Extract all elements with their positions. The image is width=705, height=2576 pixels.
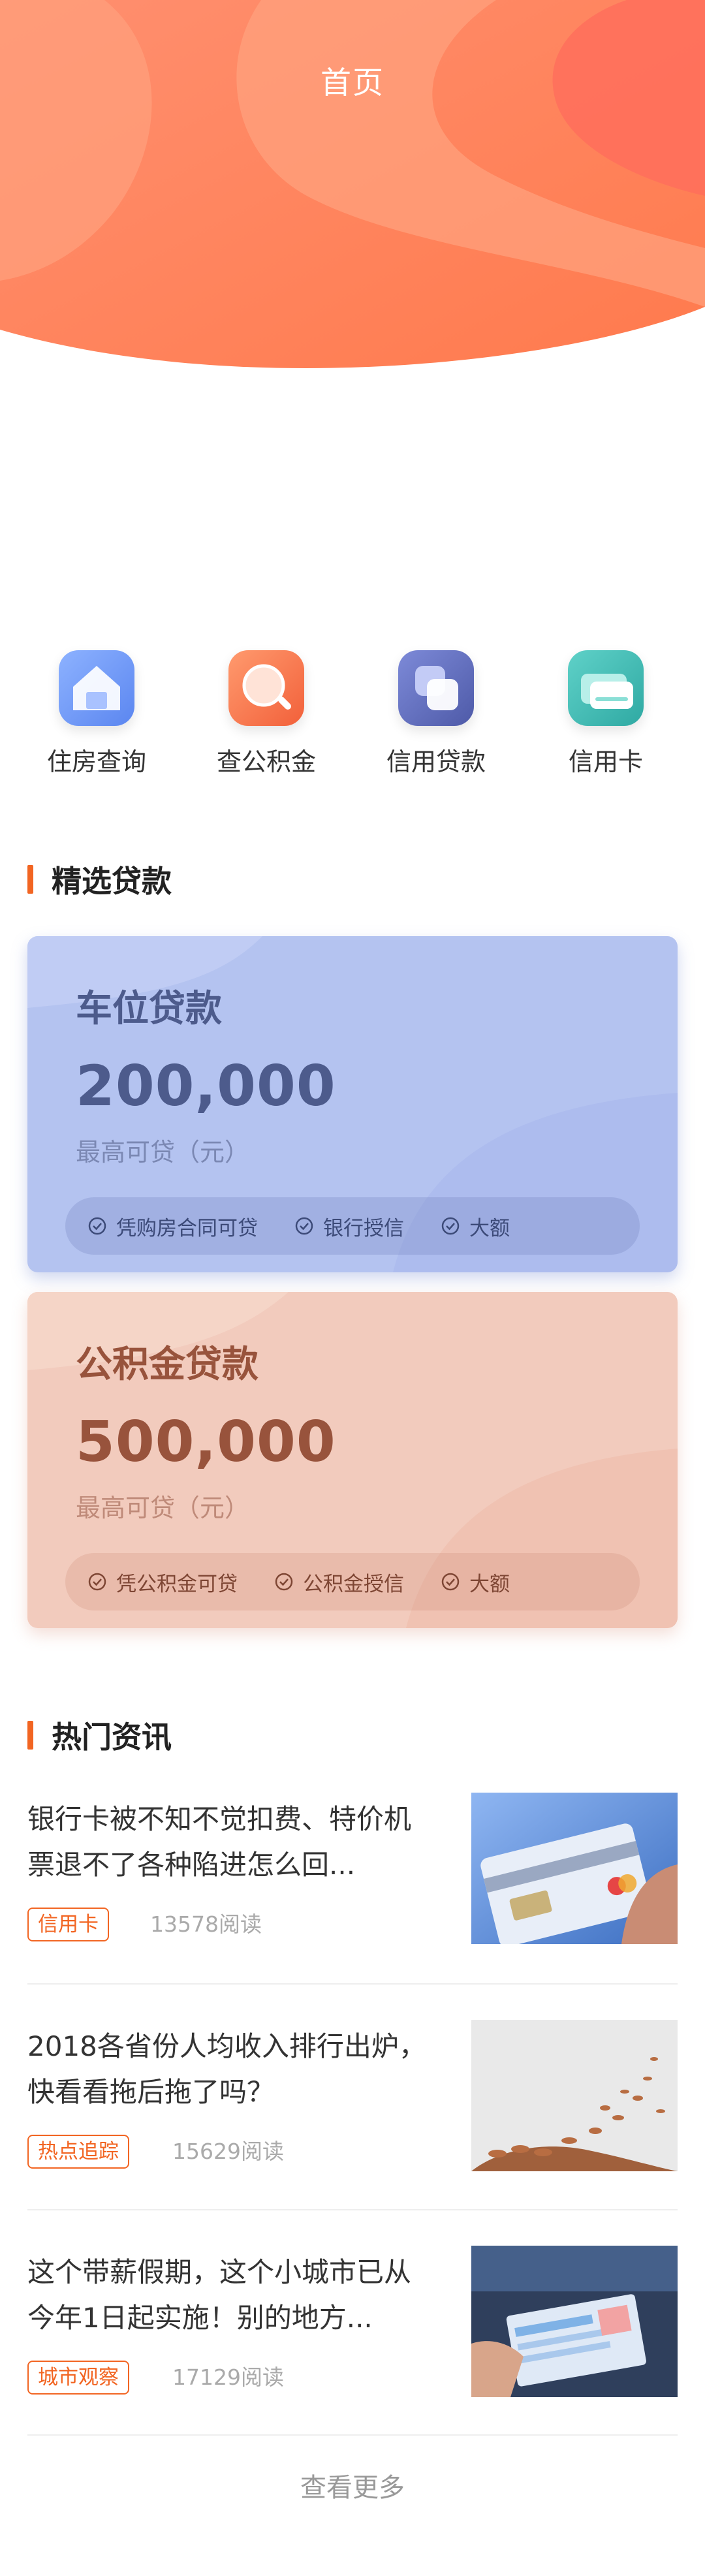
news-tag: 热点追踪 [27,2135,129,2169]
section-accent-bar [27,865,33,894]
loan-amount-label: 最高可贷（元） [76,1494,250,1522]
check-circle-icon [88,1217,106,1235]
news-title: 银行卡被不知不觉扣费、特价机票退不了各种陷进怎么回... [27,1803,412,1881]
check-circle-icon [441,1217,460,1235]
loan-tag: 公积金授信 [274,1567,404,1597]
credit-card-icon [568,650,644,726]
nav-label: 住房查询 [46,747,146,776]
view-more-link[interactable]: 查看更多 [0,2466,705,2504]
news-item[interactable]: 这个带薪假期，这个小城市已从今年1日起实施！别的地方... 城市观察 17129… [27,2246,678,2445]
divider [27,2209,678,2210]
news-item[interactable]: 银行卡被不知不觉扣费、特价机票退不了各种陷进怎么回... 信用卡 13578阅读 [27,1793,678,1992]
loan-tag-label: 凭公积金可贷 [116,1572,238,1596]
loan-amount: 500,000 [76,1409,336,1475]
quick-nav: 住房查询 查公积金 信用贷款 信用卡 [0,650,705,781]
divider [27,1983,678,1985]
news-thumbnail-bank-card [471,1793,678,1944]
section-accent-bar [27,1721,33,1750]
section-title: 热门资讯 [52,1720,172,1755]
loan-tag: 大额 [441,1567,510,1597]
nav-item-housing-query[interactable]: 住房查询 [31,650,162,778]
header-banner: 首页 [0,0,705,379]
loan-tag-label: 大额 [469,1216,510,1240]
news-tag: 城市观察 [27,2361,129,2395]
loan-tag-label: 大额 [469,1572,510,1596]
page-title: 首页 [321,65,384,101]
loan-title: 车位贷款 [76,988,222,1030]
news-tag: 信用卡 [27,1908,109,1941]
news-title: 这个带薪假期，这个小城市已从今年1日起实施！别的地方... [27,2256,412,2334]
nav-item-provident-fund[interactable]: 查公积金 [201,650,332,778]
loan-tag-bar: 凭购房合同可贷 银行授信 大额 [65,1197,640,1255]
check-circle-icon [275,1573,293,1591]
loan-amount: 200,000 [76,1054,336,1119]
news-title: 2018各省份人均收入排行出炉，快看看拖后拖了吗？ [27,2030,426,2108]
loan-card-provident-fund[interactable]: 公积金贷款 500,000 最高可贷（元） 凭公积金可贷 公积金授信 大额 [27,1292,678,1628]
nav-label: 查公积金 [216,747,316,776]
stacked-squares-icon [398,650,474,726]
loan-tag: 银行授信 [294,1212,404,1241]
news-read-count: 13578阅读 [150,1911,262,1937]
house-icon [59,650,134,726]
loan-amount-label: 最高可贷（元） [76,1138,250,1167]
check-circle-icon [295,1217,313,1235]
loan-title: 公积金贷款 [76,1343,258,1386]
header-background [0,0,705,368]
section-title: 精选贷款 [52,864,172,899]
magnifier-icon [228,650,304,726]
check-circle-icon [88,1573,106,1591]
hot-news-header: 热门资讯 [27,1719,172,1755]
loan-tag: 凭购房合同可贷 [87,1212,258,1241]
loan-card-parking[interactable]: 车位贷款 200,000 最高可贷（元） 凭购房合同可贷 银行授信 大额 [27,936,678,1272]
news-thumbnail-train-tickets [471,2246,678,2397]
loan-tag-bar: 凭公积金可贷 公积金授信 大额 [65,1553,640,1610]
divider [27,2434,678,2436]
news-thumbnail-coins [471,2020,678,2171]
check-circle-icon [441,1573,460,1591]
loan-tag: 凭公积金可贷 [87,1567,238,1597]
nav-label: 信用卡 [568,747,643,776]
loan-tag: 大额 [441,1212,510,1241]
news-read-count: 15629阅读 [172,2139,284,2164]
nav-label: 信用贷款 [386,747,486,776]
loan-tag-label: 凭购房合同可贷 [116,1216,258,1240]
news-read-count: 17129阅读 [172,2364,284,2390]
loan-tag-label: 银行授信 [323,1216,404,1240]
nav-item-credit-loan[interactable]: 信用贷款 [371,650,501,778]
loan-tag-label: 公积金授信 [303,1572,404,1596]
news-item[interactable]: 2018各省份人均收入排行出炉，快看看拖后拖了吗？ 热点追踪 15629阅读 [27,2020,678,2220]
featured-loans-header: 精选贷款 [27,863,172,899]
nav-item-credit-card[interactable]: 信用卡 [540,650,671,778]
